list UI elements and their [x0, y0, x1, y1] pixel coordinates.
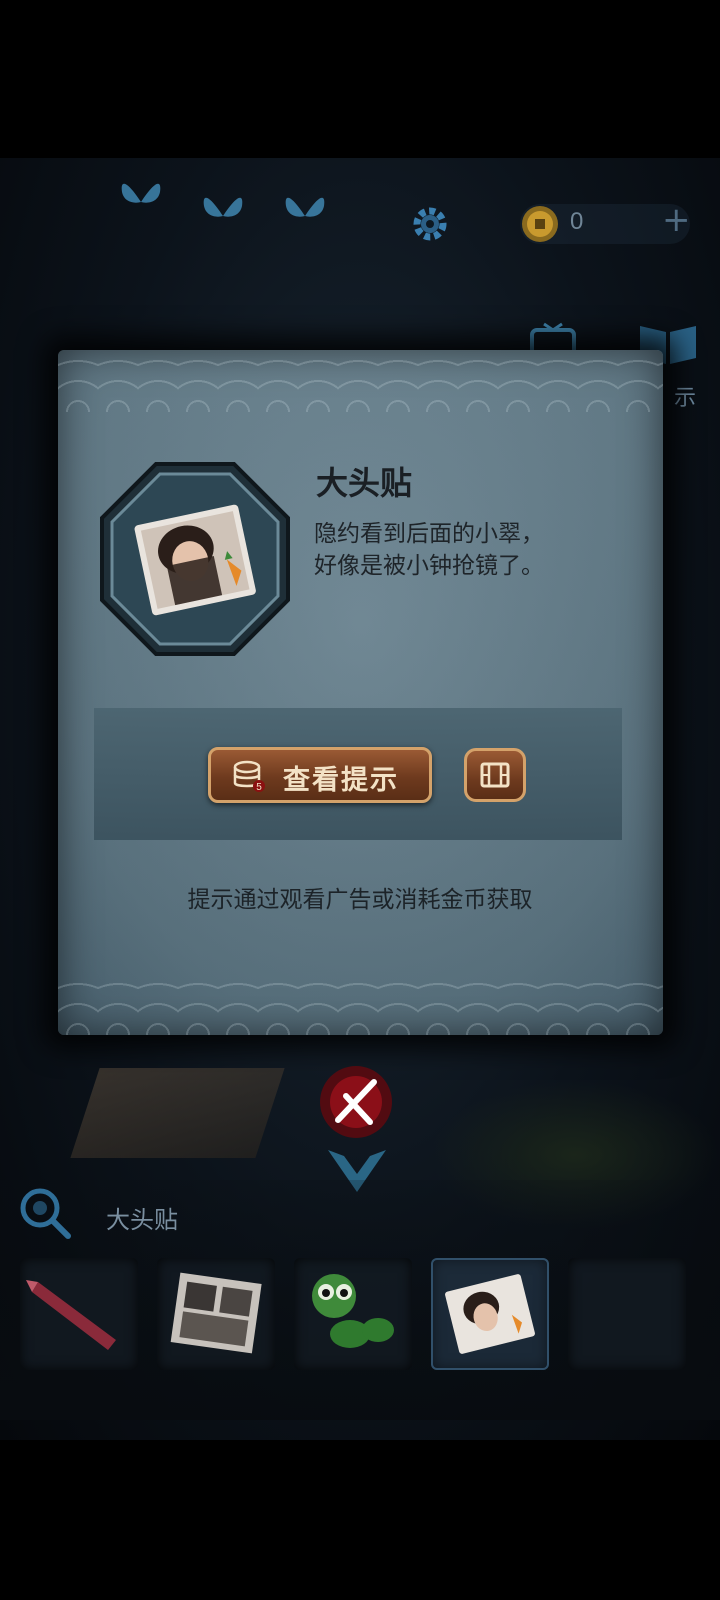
item-title: 大头贴 — [316, 464, 413, 502]
side-label: 示 — [674, 386, 697, 411]
inventory-slot-photo-sheet[interactable] — [157, 1258, 275, 1370]
add-coins-button[interactable]: + — [662, 200, 691, 240]
butterfly-icon — [203, 197, 243, 217]
wave-pattern-bottom — [58, 973, 663, 1035]
item-image-frame — [100, 462, 290, 656]
description-line: 好像是被小钟抢镜了。 — [314, 553, 544, 579]
butterfly-icon — [285, 197, 325, 217]
gear-icon[interactable] — [410, 204, 450, 244]
description-line: 隐约看到后面的小翠， — [314, 521, 544, 547]
chess-board-prop — [70, 1068, 285, 1158]
film-icon — [480, 762, 510, 788]
watch-ad-button[interactable] — [464, 748, 526, 802]
coin-stack-icon: 5 — [233, 760, 265, 793]
inventory-slot-empty[interactable] — [568, 1258, 686, 1370]
inventory-slot-photo-sticker[interactable] — [431, 1258, 549, 1370]
coin-count: 0 — [570, 208, 584, 235]
wave-pattern-top — [58, 350, 663, 412]
selected-item-label: 大头贴 — [106, 1206, 178, 1234]
inventory-slot-crayon[interactable] — [20, 1258, 138, 1370]
item-detail-panel — [58, 350, 663, 1035]
photo-sheet-icon — [170, 1272, 262, 1354]
photo-sticker-icon — [445, 1274, 535, 1354]
svg-text:5: 5 — [256, 782, 262, 793]
bottom-bar — [0, 1440, 720, 1600]
magnifier-icon[interactable] — [18, 1186, 72, 1240]
hint-note: 提示通过观看广告或消耗金币获取 — [187, 887, 533, 913]
close-button[interactable] — [316, 1062, 396, 1142]
inventory-slot-green-toy[interactable] — [294, 1258, 412, 1370]
green-caterpillar-toy-icon — [312, 1274, 394, 1348]
view-hint-label: 查看提示 — [283, 765, 399, 796]
crayon-icon — [26, 1280, 116, 1350]
view-hint-button[interactable]: 5 查看提示 — [208, 747, 432, 803]
coin-icon — [522, 206, 558, 242]
item-description: 隐约看到后面的小翠， 好像是被小钟抢镜了。 — [314, 518, 644, 582]
butterfly-icon — [121, 183, 161, 203]
